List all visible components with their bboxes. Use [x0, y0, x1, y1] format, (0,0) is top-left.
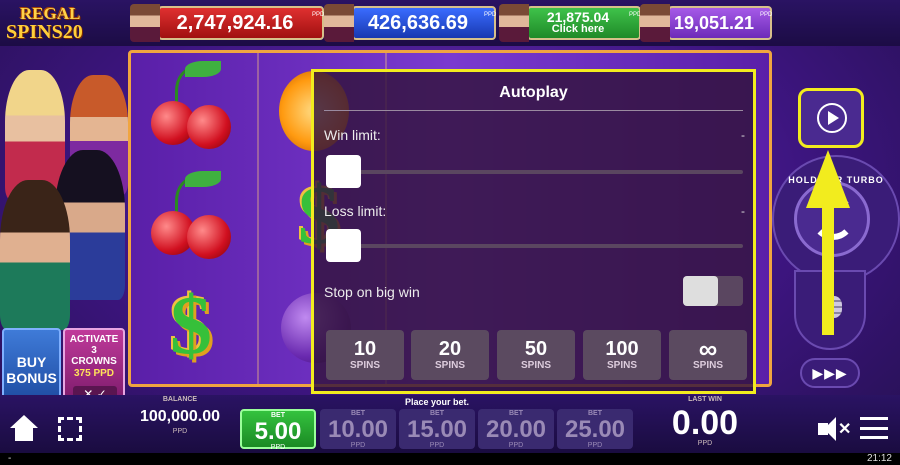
spins-infinite-button[interactable]: ∞ SPINS	[669, 330, 747, 380]
cherry-symbol	[145, 61, 231, 151]
jackpot-red[interactable]: 2,747,924.16 PPD	[130, 4, 325, 42]
loss-limit-value: -	[741, 204, 745, 218]
win-limit-label: Win limit:	[324, 127, 381, 143]
spins-10-button[interactable]: 10 SPINS	[326, 330, 404, 380]
bet-value: 25.00	[564, 416, 626, 443]
loss-limit-slider-handle[interactable]	[326, 229, 361, 262]
spin-unit: SPINS	[692, 360, 723, 371]
jackpot-unit: PPD	[484, 12, 497, 18]
jackpot-bar: REGAL SPINS20 2,747,924.16 PPD 426,636.6…	[0, 0, 900, 46]
buy-bonus-line2: BONUS	[6, 370, 57, 386]
reel-separator	[257, 53, 259, 384]
home-icon[interactable]	[10, 415, 38, 443]
menu-icon[interactable]	[860, 417, 888, 439]
autoplay-dialog: Autoplay Win limit: - Loss limit: - Stop…	[311, 69, 756, 394]
bet-unit: PPD	[587, 442, 603, 449]
spin-count: 20	[438, 338, 462, 360]
jackpot-unit: PPD	[760, 12, 773, 18]
spin-unit: SPINS	[434, 360, 465, 371]
jackpot-amount: 426,636.69	[367, 12, 469, 34]
jackpot-unit: PPD	[629, 12, 642, 18]
spin-count: 100	[605, 338, 639, 360]
bet-option-10[interactable]: BET 10.00 PPD	[320, 409, 396, 449]
balance-display: BALANCE 100,000.00 PPD	[130, 395, 230, 453]
jackpot-unit: PPD	[312, 12, 325, 18]
jackpot-avatar	[640, 4, 670, 42]
bet-unit: PPD	[270, 444, 286, 451]
toggle-knob	[683, 276, 718, 306]
jackpot-avatar	[499, 4, 529, 42]
bet-option-25[interactable]: BET 25.00 PPD	[557, 409, 633, 449]
dollar-symbol: $	[170, 279, 212, 372]
spins-50-button[interactable]: 50 SPINS	[497, 330, 575, 380]
bet-unit: PPD	[508, 442, 524, 449]
bet-option-20[interactable]: BET 20.00 PPD	[478, 409, 554, 449]
buy-bonus-line1: BUY	[16, 354, 47, 370]
activate-price: 375 PPD	[73, 368, 115, 379]
dialog-divider	[324, 110, 743, 111]
bet-value: 10.00	[327, 416, 389, 443]
spin-controls: HOLD FOR TURBO SPIN ▶▶▶	[772, 60, 900, 400]
activate-count: 3	[91, 345, 97, 356]
place-bet-text: Place your bet.	[405, 397, 470, 407]
bet-unit: PPD	[429, 442, 445, 449]
stop-big-win-label: Stop on big win	[324, 284, 420, 300]
turbo-button[interactable]: ▶▶▶	[800, 358, 860, 388]
bet-unit: PPD	[350, 442, 366, 449]
spin-count: 10	[353, 338, 377, 360]
spins-100-button[interactable]: 100 SPINS	[583, 330, 661, 380]
win-limit-slider[interactable]	[326, 170, 743, 174]
jackpot-blue[interactable]: 426,636.69 PPD	[324, 4, 497, 42]
bottom-bar: BALANCE 100,000.00 PPD Place your bet. B…	[0, 395, 900, 453]
bet-value: 5.00	[254, 418, 302, 445]
autoplay-title: Autoplay	[499, 84, 568, 101]
last-win-value: 0.00	[671, 404, 739, 442]
bet-value: 15.00	[406, 416, 468, 443]
sound-muted-icon[interactable]: ✕	[818, 417, 851, 441]
spin-unit: SPINS	[606, 360, 637, 371]
balance-value: 100,000.00	[139, 408, 221, 425]
activate-crowns: CROWNS	[71, 356, 117, 367]
status-left: -	[8, 453, 12, 464]
highlight-arrow-head	[806, 150, 850, 208]
jackpot-green[interactable]: 21,875.04 Click here PPD	[499, 4, 642, 42]
autoplay-button[interactable]	[798, 88, 864, 148]
logo-line2: SPINS20	[6, 21, 83, 43]
fullscreen-icon[interactable]	[58, 417, 82, 441]
jackpot-amount: 19,051.21	[673, 13, 755, 33]
character-brunette	[0, 180, 70, 330]
character-artwork	[0, 60, 128, 330]
status-clock: 21:12	[866, 453, 892, 464]
bet-value: 20.00	[485, 416, 547, 443]
jackpot-amount: 2,747,924.16	[176, 12, 294, 34]
last-win-display: LAST WIN 0.00 PPD	[660, 395, 750, 453]
play-icon	[828, 111, 839, 125]
win-limit-value: -	[741, 128, 745, 142]
bet-option-15[interactable]: BET 15.00 PPD	[399, 409, 475, 449]
system-status-bar: - 21:12	[0, 453, 900, 465]
game-logo: REGAL SPINS20	[2, 2, 120, 44]
jackpot-click-here[interactable]: Click here	[529, 23, 627, 35]
infinity-icon: ∞	[698, 334, 718, 364]
jackpot-avatar	[130, 4, 160, 42]
win-limit-slider-handle[interactable]	[326, 155, 361, 188]
stop-big-win-toggle[interactable]	[683, 276, 743, 306]
spin-unit: SPINS	[520, 360, 551, 371]
cherry-symbol	[145, 171, 231, 261]
spins-20-button[interactable]: 20 SPINS	[411, 330, 489, 380]
spin-unit: SPINS	[349, 360, 380, 371]
jackpot-purple[interactable]: 19,051.21 PPD	[640, 4, 773, 42]
bet-option-5[interactable]: BET 5.00 PPD	[240, 409, 316, 451]
highlight-arrow-shaft	[822, 205, 834, 335]
activate-title: ACTIVATE	[69, 334, 119, 345]
balance-unit: PPD	[172, 428, 188, 435]
loss-limit-label: Loss limit:	[324, 203, 387, 219]
loss-limit-slider[interactable]	[326, 244, 743, 248]
balance-label: BALANCE	[162, 396, 198, 403]
game-screen: REGAL SPINS20 2,747,924.16 PPD 426,636.6…	[0, 0, 900, 465]
spin-count: 50	[524, 338, 548, 360]
jackpot-avatar	[324, 4, 354, 42]
